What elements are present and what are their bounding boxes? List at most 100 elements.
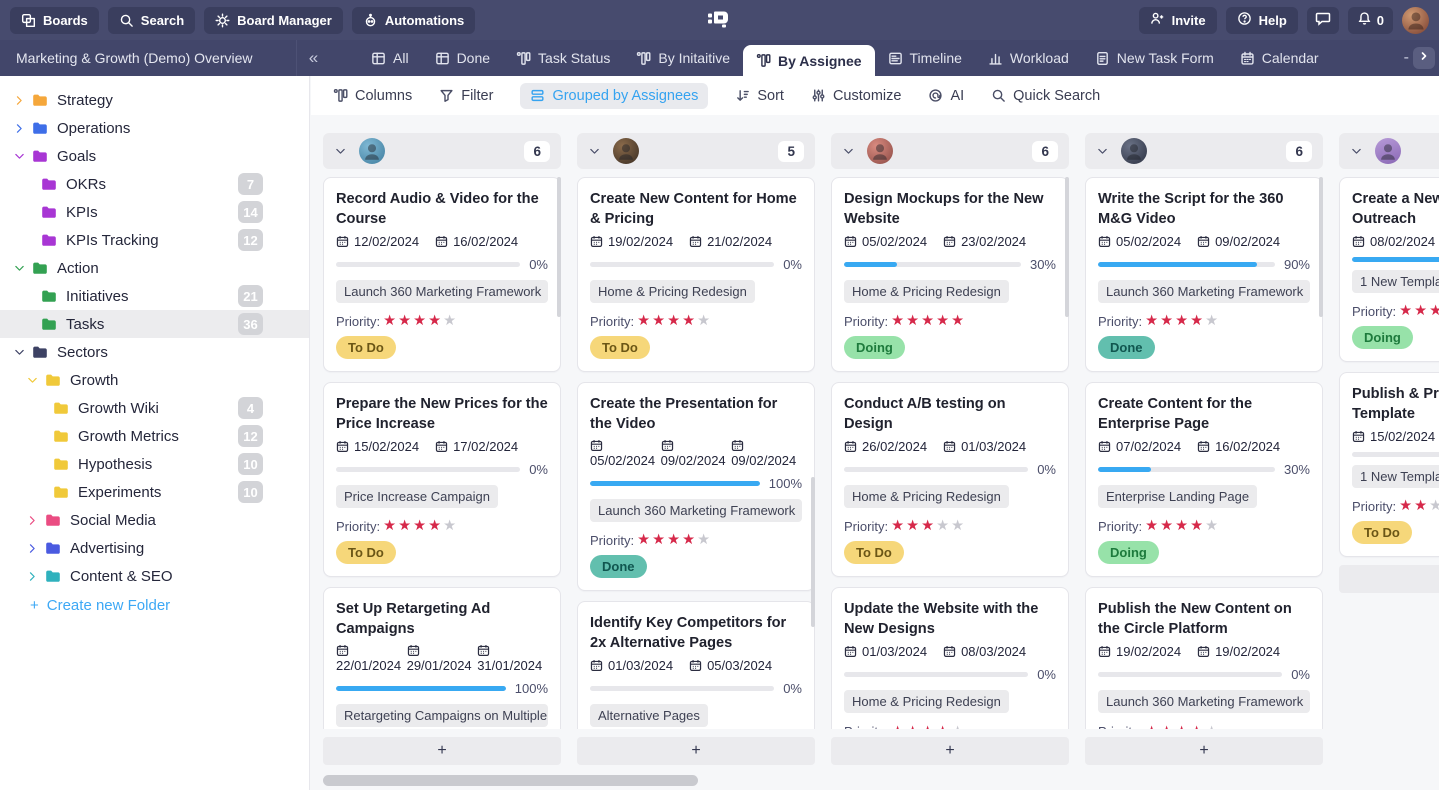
boards-button[interactable]: Boards bbox=[10, 7, 99, 34]
task-card[interactable]: Publish the New Content on the Circle Pl… bbox=[1085, 587, 1323, 729]
sidebar-item-operations[interactable]: Operations bbox=[0, 114, 309, 142]
chevron-down-icon[interactable] bbox=[1350, 145, 1363, 158]
tabs-scroll-right-button[interactable] bbox=[1413, 47, 1435, 69]
chevron-right-icon[interactable] bbox=[25, 513, 40, 528]
add-task-button[interactable]: + bbox=[577, 737, 815, 765]
status-badge[interactable]: Done bbox=[590, 555, 647, 578]
toolbar-filter[interactable]: Filter bbox=[439, 88, 493, 104]
toolbar-ai[interactable]: AI bbox=[928, 88, 964, 104]
chevron-down-icon[interactable] bbox=[12, 261, 27, 276]
column-scrollbar[interactable] bbox=[557, 177, 561, 317]
horizontal-scrollbar[interactable] bbox=[323, 775, 698, 786]
chevron-right-icon[interactable] bbox=[12, 93, 27, 108]
search-button[interactable]: Search bbox=[108, 7, 195, 34]
tab-task-status[interactable]: Task Status bbox=[503, 40, 623, 76]
task-card[interactable]: Create New Content for Home & Pricing19/… bbox=[577, 177, 815, 372]
chevron-down-icon[interactable] bbox=[588, 145, 601, 158]
status-row: Doing bbox=[1098, 541, 1310, 564]
sidebar-item-okrs[interactable]: OKRs7 bbox=[0, 170, 309, 198]
tab-by-assignee[interactable]: By Assignee bbox=[743, 45, 875, 76]
invite-button[interactable]: Invite bbox=[1139, 7, 1217, 34]
add-task-button[interactable]: + bbox=[1085, 737, 1323, 765]
sidebar-item-growth-metrics[interactable]: Growth Metrics12 bbox=[0, 422, 309, 450]
task-card[interactable]: Create a New Outreach08/02/20241 New Tem… bbox=[1339, 177, 1439, 362]
tab-workload[interactable]: Workload bbox=[975, 40, 1082, 76]
status-badge[interactable]: To Do bbox=[844, 541, 904, 564]
help-button[interactable]: Help bbox=[1226, 7, 1298, 34]
chevron-right-icon[interactable] bbox=[25, 541, 40, 556]
sidebar-item-sectors[interactable]: Sectors bbox=[0, 338, 309, 366]
task-card[interactable]: Publish & Pro Template15/02/20241 New Te… bbox=[1339, 372, 1439, 557]
toolbar-sort[interactable]: Sort bbox=[735, 88, 784, 104]
sidebar-item-initiatives[interactable]: Initiatives21 bbox=[0, 282, 309, 310]
create-new-folder-button[interactable]: + Create new Folder bbox=[0, 590, 309, 620]
sidebar-item-growth[interactable]: Growth bbox=[0, 366, 309, 394]
status-badge[interactable]: Done bbox=[1098, 336, 1155, 359]
task-card[interactable]: Identify Key Competitors for 2x Alternat… bbox=[577, 601, 815, 729]
task-card[interactable]: Design Mockups for the New Website05/02/… bbox=[831, 177, 1069, 372]
task-card[interactable]: Prepare the New Prices for the Price Inc… bbox=[323, 382, 561, 577]
column-scrollbar[interactable] bbox=[811, 477, 815, 627]
priority-label: Priority: bbox=[1098, 519, 1142, 534]
sidebar-item-advertising[interactable]: Advertising bbox=[0, 534, 309, 562]
task-card[interactable]: Create Content for the Enterprise Page07… bbox=[1085, 382, 1323, 577]
sidebar-item-content-seo[interactable]: Content & SEO bbox=[0, 562, 309, 590]
task-card[interactable]: Record Audio & Video for the Course12/02… bbox=[323, 177, 561, 372]
tab-calendar[interactable]: Calendar bbox=[1227, 40, 1332, 76]
sidebar-item-kpis-tracking[interactable]: KPIs Tracking12 bbox=[0, 226, 309, 254]
sidebar-item-strategy[interactable]: Strategy bbox=[0, 86, 309, 114]
sidebar-item-tasks[interactable]: Tasks36 bbox=[0, 310, 309, 338]
status-badge[interactable]: To Do bbox=[590, 336, 650, 359]
sidebar-item-goals[interactable]: Goals bbox=[0, 142, 309, 170]
chevron-down-icon[interactable] bbox=[12, 149, 27, 164]
add-task-button[interactable]: + bbox=[831, 737, 1069, 765]
button-label: Search bbox=[141, 13, 184, 28]
status-badge[interactable]: To Do bbox=[1352, 521, 1412, 544]
task-card[interactable]: Update the Website with the New Designs0… bbox=[831, 587, 1069, 729]
chat-button[interactable] bbox=[1307, 7, 1339, 34]
sidebar-item-growth-wiki[interactable]: Growth Wiki4 bbox=[0, 394, 309, 422]
toolbar-quick-search[interactable]: Quick Search bbox=[991, 88, 1100, 104]
chevron-right-icon[interactable] bbox=[25, 569, 40, 584]
chevron-down-icon[interactable] bbox=[1096, 145, 1109, 158]
board-manager-button[interactable]: Board Manager bbox=[204, 7, 343, 34]
star-icon: ★ bbox=[936, 518, 951, 534]
sidebar-item-action[interactable]: Action bbox=[0, 254, 309, 282]
column-scrollbar[interactable] bbox=[1065, 177, 1069, 317]
automations-button[interactable]: Automations bbox=[352, 7, 475, 34]
sidebar-item-experiments[interactable]: Experiments10 bbox=[0, 478, 309, 506]
status-badge[interactable]: Doing bbox=[1098, 541, 1159, 564]
tab-all[interactable]: All bbox=[358, 40, 422, 76]
star-icon: ★ bbox=[1190, 518, 1205, 534]
sidebar-item-hypothesis[interactable]: Hypothesis10 bbox=[0, 450, 309, 478]
task-card[interactable]: Write the Script for the 360 M&G Video05… bbox=[1085, 177, 1323, 372]
toolbar-grouped-by-assignees[interactable]: Grouped by Assignees bbox=[520, 83, 708, 109]
chevron-down-icon[interactable] bbox=[334, 145, 347, 158]
chevron-down-icon[interactable] bbox=[25, 373, 40, 388]
tab-by-initaitive[interactable]: By Initaitive bbox=[623, 40, 743, 76]
chevron-down-icon[interactable] bbox=[12, 345, 27, 360]
chevron-right-icon[interactable] bbox=[12, 121, 27, 136]
toolbar-customize[interactable]: Customize bbox=[811, 88, 902, 104]
column-scrollbar[interactable] bbox=[1319, 177, 1323, 317]
status-badge[interactable]: To Do bbox=[336, 336, 396, 359]
user-avatar[interactable] bbox=[1402, 7, 1429, 34]
tab-new-task-form[interactable]: New Task Form bbox=[1082, 40, 1227, 76]
collapse-sidebar-button[interactable]: « bbox=[296, 40, 330, 76]
tab-done[interactable]: Done bbox=[422, 40, 503, 76]
add-task-button[interactable]: + bbox=[323, 737, 561, 765]
task-card[interactable]: Create the Presentation for the Video05/… bbox=[577, 382, 815, 591]
sidebar-item-kpis[interactable]: KPIs14 bbox=[0, 198, 309, 226]
add-task-button[interactable]: + bbox=[1339, 565, 1439, 593]
toolbar-columns[interactable]: Columns bbox=[333, 88, 412, 104]
chevron-down-icon[interactable] bbox=[842, 145, 855, 158]
tab-timeline[interactable]: Timeline bbox=[875, 40, 975, 76]
status-badge[interactable]: Doing bbox=[844, 336, 905, 359]
task-card[interactable]: Conduct A/B testing on Design26/02/20240… bbox=[831, 382, 1069, 577]
notifications-button[interactable]: 0 bbox=[1348, 7, 1393, 34]
progress-fill bbox=[1352, 257, 1439, 262]
status-badge[interactable]: Doing bbox=[1352, 326, 1413, 349]
status-badge[interactable]: To Do bbox=[336, 541, 396, 564]
sidebar-item-social-media[interactable]: Social Media bbox=[0, 506, 309, 534]
task-card[interactable]: Set Up Retargeting Ad Campaigns22/01/202… bbox=[323, 587, 561, 729]
